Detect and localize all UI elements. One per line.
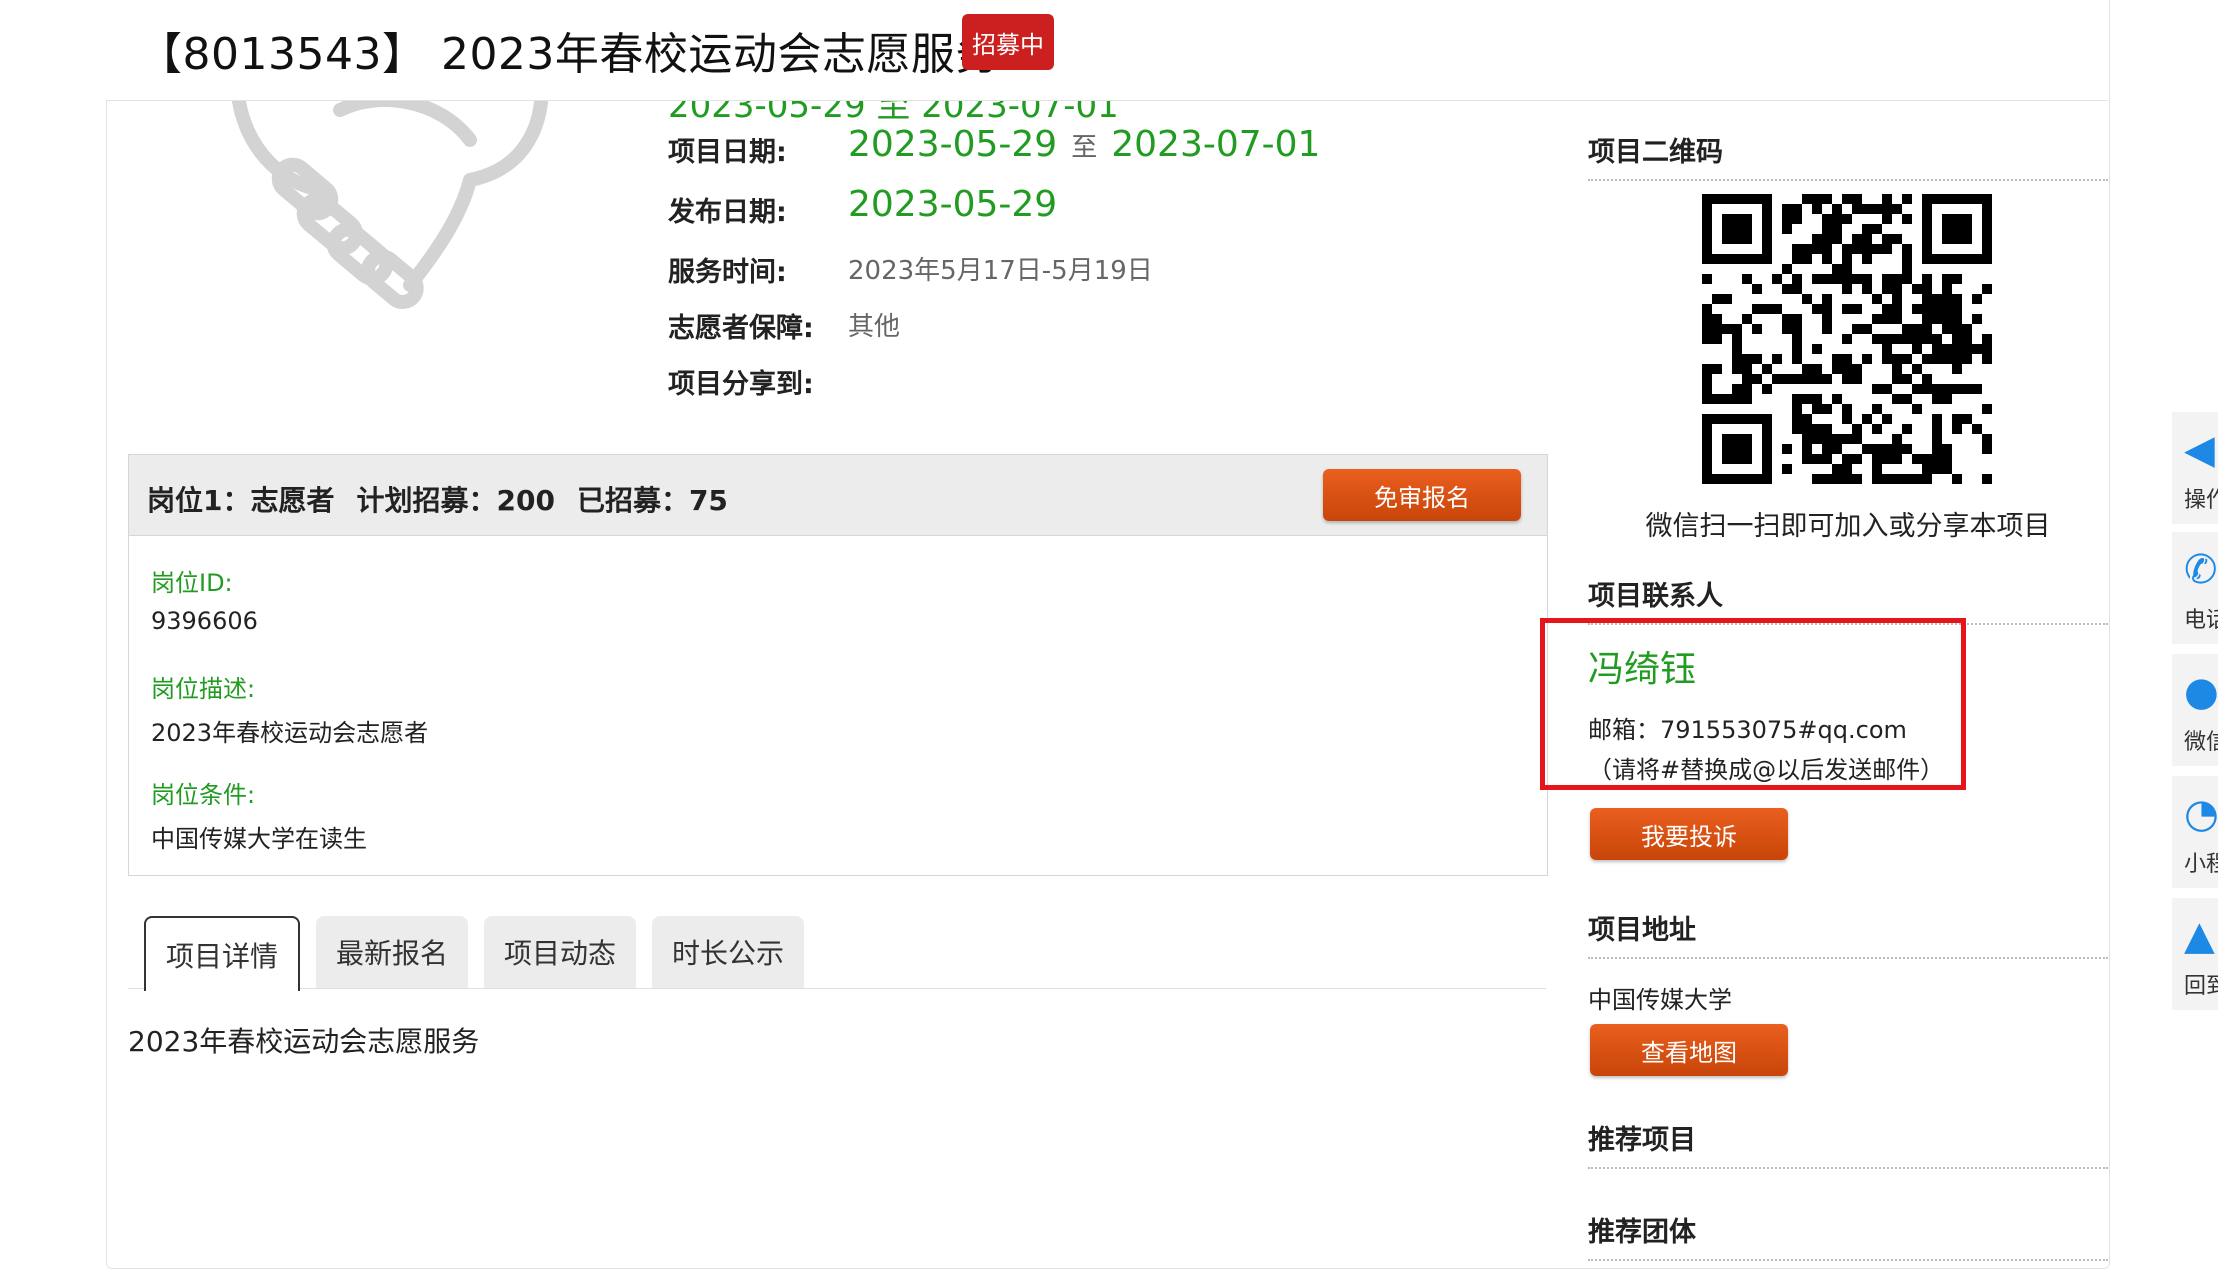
- recommend-projects-title: 推荐项目: [1588, 1118, 2108, 1169]
- service-time-label: 服务时间:: [668, 257, 787, 288]
- project-date-sep: 至: [1071, 133, 1098, 163]
- share-label: 项目分享到:: [668, 369, 814, 400]
- post-desc-value: 2023年春校运动会志愿者: [151, 719, 429, 747]
- tab-hours-public[interactable]: 时长公示: [652, 916, 804, 988]
- address-title: 项目地址: [1588, 908, 2108, 959]
- float-wechat[interactable]: ● 微信: [2172, 654, 2218, 768]
- contact-email: 邮箱：791553075#qq.com: [1588, 716, 1907, 744]
- post-desc-label: 岗位描述:: [151, 675, 256, 703]
- post-recruited: 已招募：75: [576, 484, 728, 517]
- project-detail-text: 2023年春校运动会志愿服务: [128, 1025, 480, 1058]
- tab-project-detail[interactable]: 项目详情: [144, 916, 300, 991]
- float-miniprogram[interactable]: ◔ 小程序: [2172, 776, 2218, 890]
- post-id-label: 岗位ID:: [151, 569, 233, 597]
- status-badge: 招募中: [962, 14, 1054, 70]
- project-date-label: 项目日期:: [668, 137, 787, 168]
- post-header: 岗位1：志愿者 计划招募：200 已招募：75 免审报名: [129, 455, 1547, 536]
- post-id-value: 9396606: [151, 607, 258, 635]
- project-qr-code: [1702, 194, 1992, 484]
- address-value: 中国传媒大学: [1588, 986, 1732, 1014]
- wechat-icon: ●: [2184, 669, 2218, 715]
- post-cond-value: 中国传媒大学在读生: [151, 825, 367, 853]
- float-label: 小程序: [2184, 852, 2218, 877]
- project-date-end: 2023-07-01: [1111, 124, 1321, 165]
- contact-note: （请将#替换成@以后发送邮件）: [1588, 756, 1945, 784]
- float-label: 回到顶部: [2184, 974, 2218, 999]
- page-header: 【8013543】 2023年春校运动会志愿服务 招募中: [106, 0, 2108, 101]
- service-time-value: 2023年5月17日-5月19日: [848, 256, 1153, 286]
- publish-date-label: 发布日期:: [668, 197, 787, 228]
- tab-project-news[interactable]: 项目动态: [484, 916, 636, 988]
- complain-button[interactable]: 我要投诉: [1590, 808, 1788, 860]
- float-label: 操作: [2184, 488, 2218, 513]
- signup-button[interactable]: 免审报名: [1323, 469, 1521, 521]
- floating-toolbar: ◀ 操作 ✆ 电话 ● 微信 ◔ 小程序 ▲ 回到顶部: [2172, 412, 2218, 1016]
- float-label: 电话: [2184, 608, 2218, 633]
- post-cond-label: 岗位条件:: [151, 781, 256, 809]
- post-stats: 岗位1：志愿者 计划招募：200 已招募：75: [147, 479, 750, 519]
- post-plan: 计划招募：200: [356, 484, 555, 517]
- view-map-button[interactable]: 查看地图: [1590, 1024, 1788, 1076]
- phone-icon: ✆: [2184, 547, 2218, 593]
- float-top[interactable]: ▲ 回到顶部: [2172, 898, 2218, 1012]
- project-title: 【8013543】 2023年春校运动会志愿服务: [138, 29, 1000, 80]
- tab-latest-signup[interactable]: 最新报名: [316, 916, 468, 988]
- recommend-groups-title: 推荐团体: [1588, 1210, 2108, 1261]
- top-icon: ▲: [2184, 913, 2215, 959]
- arrow-icon: ◀: [2184, 427, 2215, 473]
- float-label: 微信: [2184, 730, 2218, 755]
- post-position: 岗位1：志愿者: [147, 484, 335, 517]
- qr-title: 项目二维码: [1588, 130, 2108, 181]
- qr-caption: 微信扫一扫即可加入或分享本项目: [1645, 511, 2051, 542]
- float-phone[interactable]: ✆ 电话: [2172, 532, 2218, 646]
- contact-name: 冯绮钰: [1588, 649, 1697, 690]
- float-operate[interactable]: ◀ 操作: [2172, 412, 2218, 526]
- post-card: 岗位1：志愿者 计划招募：200 已招募：75 免审报名 岗位ID: 9396606…: [128, 454, 1548, 876]
- project-date-start: 2023-05-29: [848, 124, 1058, 165]
- detail-tabs: 项目详情 最新报名 项目动态 时长公示: [128, 916, 1546, 991]
- guarantee-value: 其他: [848, 312, 901, 342]
- guarantee-label: 志愿者保障:: [668, 313, 814, 344]
- miniprogram-icon: ◔: [2184, 791, 2218, 837]
- publish-date-value: 2023-05-29: [848, 184, 1058, 225]
- project-date-value: 2023-05-29 至 2023-07-01: [848, 124, 1320, 165]
- handshake-logo: [220, 70, 580, 320]
